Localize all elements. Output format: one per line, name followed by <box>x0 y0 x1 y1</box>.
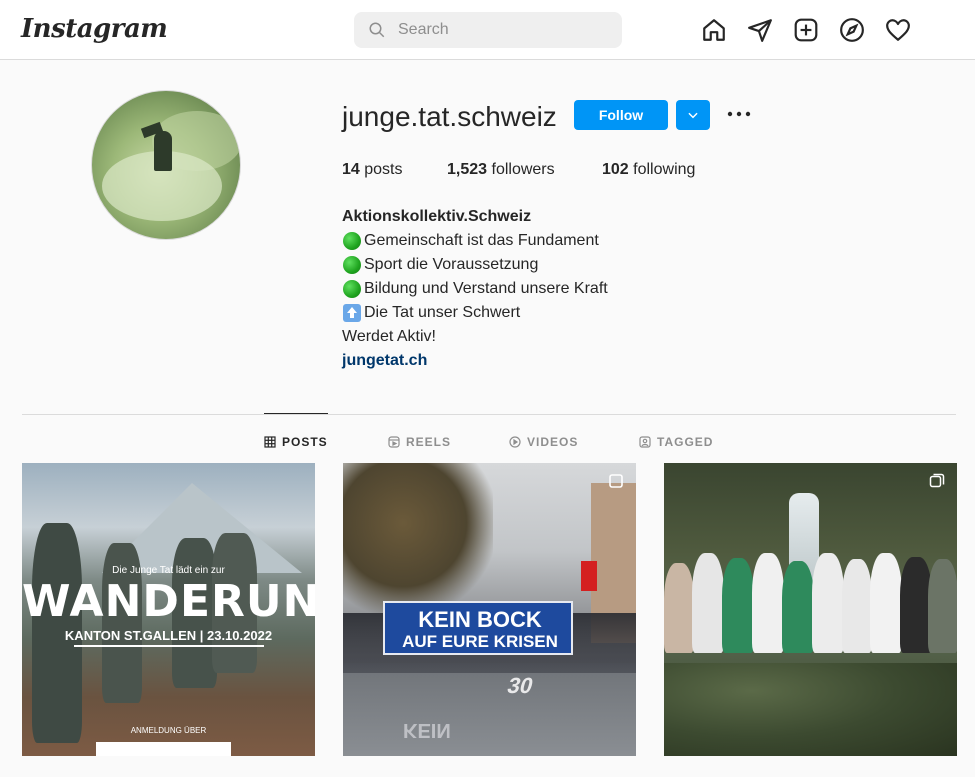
post-group <box>664 553 957 663</box>
new-post-icon[interactable] <box>793 17 819 43</box>
tabs-divider <box>22 414 956 415</box>
more-options-icon[interactable] <box>726 104 752 124</box>
tab-reels[interactable]: REELS <box>388 435 451 449</box>
post-footer-box <box>96 742 231 756</box>
green-circle-emoji <box>343 280 361 298</box>
grid-icon <box>264 436 276 448</box>
bio-line: Bildung und Verstand unsere Kraft <box>342 277 608 301</box>
bio-line: Die Tat unser Schwert <box>342 301 608 325</box>
post-rocks <box>664 663 957 756</box>
search-input[interactable]: Search <box>354 12 622 48</box>
post-tree <box>343 463 493 613</box>
instagram-logo[interactable]: Instagram <box>21 14 168 44</box>
post-tile[interactable]: Die Junge Tat lädt ein zur WANDERUNG KAN… <box>22 463 315 756</box>
followers-stat[interactable]: 1,523 followers <box>447 161 555 179</box>
post-subtitle: KANTON ST.GALLEN | 23.10.2022 <box>22 628 315 647</box>
avatar-figure <box>154 131 172 171</box>
post-reflection: KEIN <box>403 719 451 741</box>
activity-icon[interactable] <box>885 17 911 43</box>
tab-tagged[interactable]: TAGGED <box>639 435 713 449</box>
post-footer-text: ANMELDUNG ÜBER <box>130 726 207 735</box>
post-caption-small: Die Junge Tat lädt ein zur <box>112 565 225 576</box>
bio-line: Gemeinschaft ist das Fundament <box>342 229 608 253</box>
post-flag <box>581 561 597 591</box>
tagged-icon <box>639 436 651 448</box>
profile-username: junge.tat.schweiz <box>342 101 557 132</box>
active-tab-indicator <box>264 413 328 414</box>
post-banner: KEIN BOCK AUF EURE KRISEN <box>383 601 573 655</box>
post-tile[interactable] <box>664 463 957 756</box>
carousel-icon <box>609 474 623 488</box>
tab-posts[interactable]: POSTS <box>264 435 328 449</box>
search-icon <box>369 22 385 38</box>
profile-bio: Aktionskollektiv.Schweiz Gemeinschaft is… <box>342 205 608 373</box>
green-circle-emoji <box>343 232 361 250</box>
tab-videos[interactable]: VIDEOS <box>509 435 578 449</box>
following-stat[interactable]: 102 following <box>602 161 695 179</box>
up-arrow-emoji <box>343 304 361 322</box>
home-icon[interactable] <box>701 17 727 43</box>
bio-line: Sport die Voraussetzung <box>342 253 608 277</box>
bio-name: Aktionskollektiv.Schweiz <box>342 208 532 225</box>
suggested-dropdown-button[interactable] <box>676 100 710 130</box>
chevron-down-icon <box>688 112 698 119</box>
profile-avatar[interactable] <box>91 90 241 240</box>
post-tile[interactable]: KEIN BOCK AUF EURE KRISEN 30 KEIN <box>343 463 636 756</box>
search-placeholder: Search <box>398 21 449 38</box>
direct-icon[interactable] <box>747 17 773 43</box>
reels-icon <box>388 436 400 448</box>
explore-icon[interactable] <box>839 17 865 43</box>
post-road <box>343 663 636 756</box>
bio-link[interactable]: jungetat.ch <box>342 349 608 373</box>
follow-button[interactable]: Follow <box>574 100 668 130</box>
carousel-icon <box>929 473 945 488</box>
green-circle-emoji <box>343 256 361 274</box>
post-title: WANDERUNG <box>22 576 315 627</box>
video-icon <box>509 436 521 448</box>
posts-stat: 14 posts <box>342 161 403 178</box>
top-nav: Instagram Search <box>0 0 975 60</box>
bio-line: Werdet Aktiv! <box>342 328 436 345</box>
